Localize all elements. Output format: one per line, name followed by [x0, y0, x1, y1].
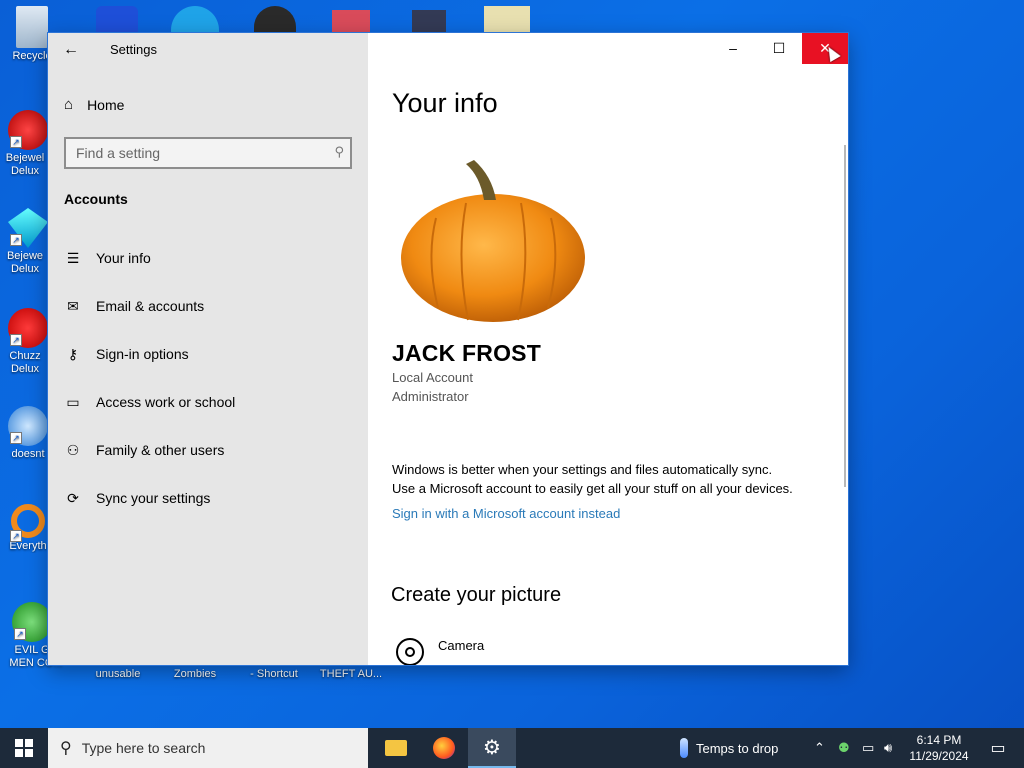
gear-icon: ⚙: [483, 736, 501, 759]
section-title: Accounts: [64, 191, 128, 207]
settings-sidebar: ← Settings ⌂ Home Find a setting ⚲ Accou…: [48, 33, 368, 665]
shortcut-arrow-icon: ↗: [14, 628, 26, 640]
desktop-label-shortcut[interactable]: - Shortcut: [244, 668, 304, 680]
sync-icon: ⟳: [67, 489, 79, 506]
ms-account-link[interactable]: Sign in with a Microsoft account instead: [392, 506, 620, 521]
camera-label: Camera: [438, 638, 485, 653]
desktop-icon-label: Bejewe Delux: [6, 250, 44, 275]
camera-option[interactable]: Camera: [396, 638, 484, 665]
desktop-icon-top-2[interactable]: [171, 6, 219, 34]
sync-text-line-1: Windows is better when your settings and…: [392, 462, 773, 477]
account-role: Administrator: [392, 389, 469, 404]
chevron-up-icon: ⌃: [814, 740, 825, 755]
desktop-label-zombies[interactable]: Zombies: [167, 668, 223, 680]
person-card-icon: ☰: [66, 249, 80, 266]
sidebar-item-sync-settings[interactable]: ⟳ Sync your settings: [64, 486, 210, 510]
home-label: Home: [87, 96, 125, 113]
desktop-label-unusable[interactable]: unusable: [90, 668, 146, 680]
weather-widget[interactable]: Temps to drop: [680, 728, 778, 768]
desktop-icon-label: Chuzz Delux: [9, 350, 41, 375]
taskbar-clock[interactable]: 6:14 PM 11/29/2024: [906, 732, 972, 764]
avatar: [401, 160, 585, 322]
scrollbar[interactable]: [844, 145, 846, 487]
sidebar-item-label: Family & other users: [96, 442, 225, 458]
tray-app-icon[interactable]: ⚉: [838, 728, 850, 768]
desktop-icon-top-1[interactable]: [96, 6, 138, 34]
sync-description: Windows is better when your settings and…: [392, 460, 832, 498]
search-icon: ⚲: [60, 740, 72, 757]
search-icon: ⚲: [334, 144, 344, 159]
sidebar-item-label: Email & accounts: [96, 298, 205, 314]
briefcase-icon: ▭: [66, 393, 80, 410]
windows-logo-icon: [15, 739, 33, 757]
recycle-bin-icon: [16, 6, 48, 48]
speaker-icon: 🔊︎: [884, 740, 893, 755]
mail-icon: ✉: [67, 297, 79, 314]
weather-text: Temps to drop: [696, 740, 779, 756]
user-name: JACK FROST: [392, 340, 541, 366]
sidebar-item-access-work[interactable]: ▭ Access work or school: [64, 390, 235, 414]
file-explorer-taskbar-button[interactable]: [372, 728, 420, 768]
shortcut-arrow-icon: ↗: [10, 432, 22, 444]
desktop-icon-label: Bejewel Delux: [5, 152, 45, 177]
sidebar-item-label: Access work or school: [96, 394, 236, 410]
volume-button[interactable]: 🔊︎: [884, 728, 892, 768]
sidebar-item-label: Your info: [96, 250, 151, 266]
key-icon: ⚷: [67, 345, 79, 362]
notification-icon: ▭: [990, 740, 1006, 757]
window-title: Settings: [110, 42, 157, 57]
settings-window: ← Settings ⌂ Home Find a setting ⚲ Accou…: [48, 33, 848, 665]
home-icon: ⌂: [64, 96, 74, 113]
camera-icon: [396, 638, 424, 665]
thermometer-icon: [680, 738, 688, 758]
shortcut-arrow-icon: ↗: [10, 530, 22, 542]
sidebar-item-label: Sync your settings: [96, 490, 211, 506]
create-picture-heading: Create your picture: [391, 584, 562, 606]
maximize-icon: ☐: [772, 40, 786, 56]
account-type: Local Account: [392, 370, 473, 385]
sidebar-item-email-accounts[interactable]: ✉ Email & accounts: [64, 294, 204, 318]
taskbar: ⚲ Type here to search ⚙ Temps to drop ⌃ …: [0, 728, 1024, 768]
sidebar-item-your-info[interactable]: ☰ Your info: [64, 246, 151, 270]
shortcut-arrow-icon: ↗: [10, 334, 22, 346]
shortcut-arrow-icon: ↗: [10, 136, 22, 148]
maximize-button[interactable]: ☐: [756, 33, 802, 64]
back-button[interactable]: ←: [60, 39, 82, 61]
clock-date: 11/29/2024: [909, 749, 969, 763]
desktop-icon-top-6[interactable]: [484, 6, 530, 34]
minimize-icon: –: [729, 40, 737, 56]
back-arrow-icon: ←: [63, 41, 79, 58]
search-placeholder: Find a setting: [76, 145, 161, 161]
settings-main-pane: – ☐ ✕ Your info JACK FROST Local Account…: [368, 33, 848, 665]
desktop-icon-top-4[interactable]: [332, 10, 370, 34]
sync-text-line-2: Use a Microsoft account to easily get al…: [392, 481, 793, 496]
person-add-icon: ⚇: [66, 441, 80, 458]
page-title: Your info: [392, 88, 498, 118]
show-hidden-icons-button[interactable]: ⌃: [814, 728, 825, 768]
taskbar-search-placeholder: Type here to search: [81, 740, 206, 756]
minimize-button[interactable]: –: [710, 33, 756, 64]
network-button[interactable]: ▭: [862, 728, 874, 768]
settings-taskbar-button[interactable]: ⚙: [468, 728, 516, 768]
find-setting-input[interactable]: Find a setting ⚲: [64, 137, 352, 169]
desktop-icon-top-5[interactable]: [412, 10, 446, 34]
firefox-icon: [433, 737, 455, 759]
folder-icon: [385, 740, 407, 756]
sidebar-item-label: Sign-in options: [96, 346, 189, 362]
desktop-label-theft-auto[interactable]: THEFT AU...: [318, 668, 384, 680]
sidebar-item-family-users[interactable]: ⚇ Family & other users: [64, 438, 225, 462]
home-nav-item[interactable]: ⌂ Home: [64, 96, 124, 113]
start-button[interactable]: [0, 728, 48, 768]
taskbar-search-box[interactable]: ⚲ Type here to search: [48, 728, 368, 768]
person-tray-icon: ⚉: [838, 740, 850, 755]
desktop-icon-top-3[interactable]: [254, 6, 296, 34]
network-icon: ▭: [862, 740, 875, 755]
notification-center-button[interactable]: ▭: [980, 728, 1016, 768]
clock-time: 6:14 PM: [916, 733, 962, 747]
firefox-taskbar-button[interactable]: [420, 728, 468, 768]
sidebar-item-sign-in-options[interactable]: ⚷ Sign-in options: [64, 342, 189, 366]
shortcut-arrow-icon: ↗: [10, 234, 22, 246]
